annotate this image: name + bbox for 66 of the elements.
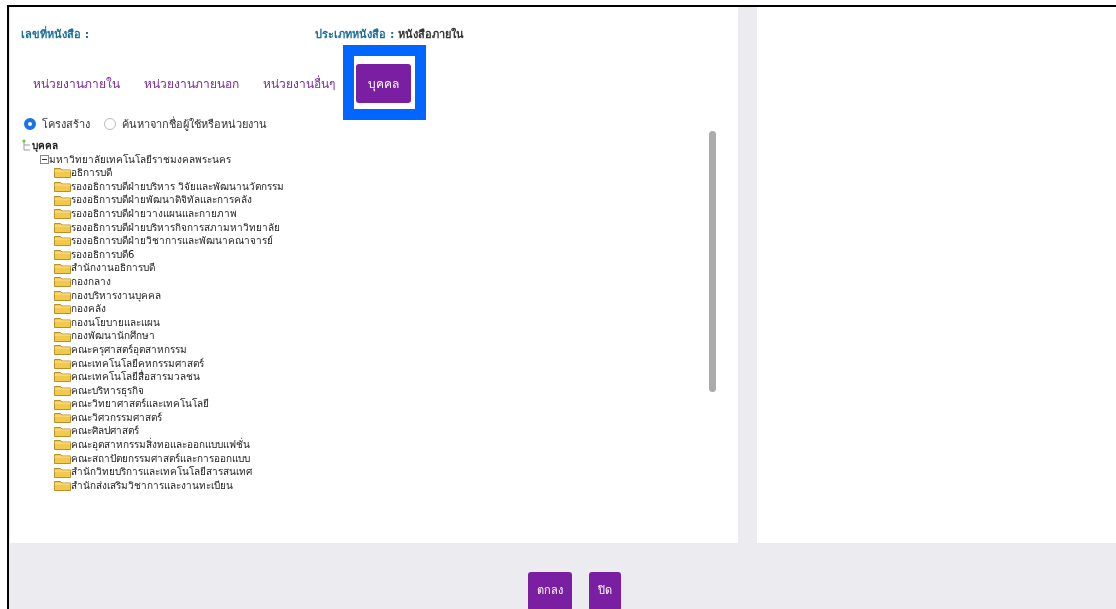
- tree-node-label[interactable]: สำนักงานอธิการบดี: [71, 261, 155, 275]
- tab[interactable]: บุคคล: [356, 63, 411, 103]
- folder-icon: [54, 398, 71, 410]
- folder-icon: [54, 221, 71, 233]
- tree-node-label[interactable]: รองอธิการบดีฝ่ายบริหารกิจการสภามหาวิทยาลัย: [71, 220, 280, 235]
- tab[interactable]: หน่วยงานภายใน: [22, 67, 131, 99]
- folder-icon: [54, 452, 71, 464]
- folder-icon: [54, 439, 71, 451]
- doc-number-label: เลขที่หนังสือ :: [21, 25, 90, 43]
- tree-node-label[interactable]: คณะเทคโนโลยีสื่อสารมวลชน: [71, 370, 200, 384]
- tree-node-label[interactable]: รองอธิการบดีฝ่ายวิชาการและพัฒนาคณาจารย์: [71, 234, 273, 248]
- tree-node-label[interactable]: คณะวิทยาศาสตร์และเทคโนโลยี: [71, 397, 209, 411]
- tree-node-label[interactable]: สำนักส่งเสริมวิชาการและงานทะเบียน: [71, 478, 233, 493]
- folder-icon: [54, 371, 71, 383]
- tree-node-label[interactable]: คณะสถาปัตยกรรมศาสตร์และการออกแบบ: [71, 451, 250, 466]
- tree-node-label[interactable]: คณะบริหารธุรกิจ: [71, 383, 144, 398]
- folder-icon: [54, 480, 71, 492]
- folder-icon: [54, 289, 71, 301]
- folder-icon: [54, 357, 71, 369]
- folder-icon: [54, 303, 71, 315]
- tree-icon: [22, 139, 32, 153]
- tree-node-label[interactable]: คณะศิลปศาสตร์: [71, 424, 139, 439]
- folder-icon: [54, 249, 71, 261]
- scrollbar-thumb[interactable]: [709, 131, 716, 392]
- folder-icon: [54, 194, 71, 206]
- folder-icon: [54, 276, 71, 288]
- tree-node-label[interactable]: กองนโยบายและแผน: [71, 315, 160, 330]
- collapse-icon[interactable]: [40, 154, 49, 164]
- footer-button[interactable]: ปิด: [589, 572, 621, 609]
- tree-node-label[interactable]: กองพัฒนานักศึกษา: [71, 329, 155, 343]
- folder-icon: [54, 317, 71, 328]
- folder-icon: [54, 330, 71, 342]
- tree-node-label[interactable]: คณะอุตสาหกรรมสิ่งทอและออกแบบแฟชั่น: [71, 438, 250, 452]
- tree-root-label[interactable]: บุคคล: [32, 139, 58, 153]
- tree-node-label[interactable]: อธิการบดี: [71, 166, 112, 180]
- folder-icon: [54, 466, 71, 478]
- tree-node-label[interactable]: รองอธิการบดีฝ่ายวางแผนและกายภาพ: [71, 206, 237, 221]
- tree-node-label[interactable]: กองบริหารงานบุคคล: [71, 288, 161, 303]
- doc-type-label: ประเภทหนังสือ :: [315, 27, 395, 43]
- folder-icon: [54, 385, 71, 396]
- folder-icon: [54, 235, 71, 247]
- radio-label: ค้นหาจากชื่อผู้ใช้หรือหน่วยงาน: [122, 115, 267, 133]
- tree-node-label[interactable]: รองอธิการบดีฝ่ายบริหาร วิจัยและพัฒนานวัตกรรม: [71, 179, 285, 194]
- tree-node-label[interactable]: รองอธิการบดี6: [71, 247, 135, 262]
- folder-icon: [54, 181, 71, 193]
- folder-icon: [54, 425, 71, 437]
- tree-node-label[interactable]: คณะวิศวกรรมศาสตร์: [71, 410, 162, 425]
- tree-node-label[interactable]: คณะเทคโนโลยีคหกรรมศาสตร์: [71, 356, 204, 371]
- tree-node-label[interactable]: กองกลาง: [71, 274, 111, 289]
- radio-button[interactable]: [24, 118, 36, 130]
- radio-label: โครงสร้าง: [42, 117, 90, 133]
- tree-node-label[interactable]: คณะครุศาสตร์อุตสาหกรรม: [71, 342, 187, 357]
- footer-button[interactable]: ตกลง: [528, 572, 572, 609]
- folder-icon: [54, 208, 71, 220]
- folder-icon: [54, 412, 71, 424]
- tab[interactable]: หน่วยงานภายนอก: [133, 67, 250, 99]
- radio-button[interactable]: [104, 118, 116, 130]
- tab[interactable]: หน่วยงานอื่นๆ: [252, 67, 346, 99]
- tree-node-label[interactable]: รองอธิการบดีฝ่ายพัฒนาดิจิทัลและการคลัง: [71, 193, 252, 207]
- folder-icon: [54, 262, 71, 274]
- folder-icon: [54, 167, 71, 179]
- tree-node-label[interactable]: กองคลัง: [71, 302, 106, 316]
- tree-node-label[interactable]: มหาวิทยาลัยเทคโนโลยีราชมงคลพระนคร: [49, 152, 231, 167]
- doc-type-value: หนังสือภายใน: [398, 26, 465, 43]
- folder-icon: [54, 344, 71, 356]
- tree-node-label[interactable]: สำนักวิทยบริการและเทคโนโลยีสารสนเทศ: [71, 465, 252, 479]
